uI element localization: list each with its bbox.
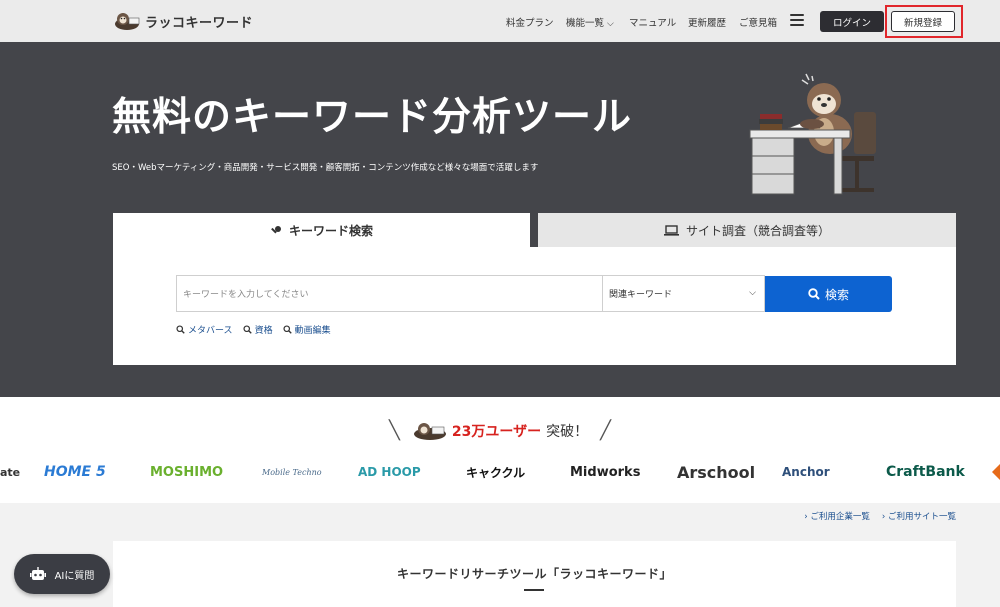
search-type-value: 関連キーワード xyxy=(609,290,673,300)
search-icon xyxy=(176,325,185,334)
site-logo[interactable]: ラッコキーワード xyxy=(112,9,253,33)
logo-text: ラッコキーワード xyxy=(145,15,254,31)
login-button[interactable]: ログイン xyxy=(820,11,884,32)
client-logo: キャククル xyxy=(466,465,526,480)
slash-decoration: ╱ xyxy=(600,420,611,441)
users-suffix: 突破！ xyxy=(546,423,589,440)
client-logo: Mobile Techno xyxy=(262,467,322,477)
suggestion-link[interactable]: 動画編集 xyxy=(283,323,331,336)
tab-keyword-search[interactable]: キーワード検索 xyxy=(113,213,530,248)
ai-question-button[interactable]: AIに質問 xyxy=(14,554,110,594)
usage-links: › ご利用企業一覧 › ご利用サイト一覧 xyxy=(804,510,956,522)
suggested-keywords: メタバース 資格 動画編集 xyxy=(176,323,331,336)
slash-decoration: ╲ xyxy=(389,420,400,441)
nav-pricing[interactable]: 料金プラン xyxy=(506,15,554,29)
client-logo: AD HOOP xyxy=(358,465,421,479)
suggestion-link[interactable]: 資格 xyxy=(243,323,273,336)
client-logo: MOSHIMO xyxy=(150,464,224,480)
search-button[interactable]: 検索 xyxy=(765,276,892,312)
nav-feedback[interactable]: ご意見箱 xyxy=(739,15,777,29)
client-logo: CraftBank xyxy=(886,464,965,480)
suggestion-label: 動画編集 xyxy=(294,326,331,336)
client-logo: ate xyxy=(0,465,21,479)
laptop-icon xyxy=(663,225,679,236)
ai-question-label: AIに質問 xyxy=(54,570,95,582)
title-underline xyxy=(524,589,544,591)
nav-changelog[interactable]: 更新履歴 xyxy=(688,15,726,29)
section-title: キーワードリサーチツール「ラッコキーワード」 xyxy=(396,567,672,581)
key-icon xyxy=(270,225,282,237)
users-count-line: ╲ 23万ユーザー 突破！ ╱ xyxy=(0,420,1000,441)
nav-features-label: 機能一覧 xyxy=(566,18,605,29)
hero-subtitle: SEO・Webマーケティング・商品開発・サービス開発・顧客開拓・コンテンツ作成な… xyxy=(112,163,539,173)
search-icon xyxy=(243,325,252,334)
suggestion-label: 資格 xyxy=(254,326,273,336)
signup-button[interactable]: 新規登録 xyxy=(891,11,955,32)
robot-icon xyxy=(29,567,46,581)
chevron-down-icon: ⌵ xyxy=(607,19,614,29)
otter-logo-icon xyxy=(115,13,140,30)
otter-desk-illustration xyxy=(749,73,876,195)
tab-site-research[interactable]: サイト調査（競合調査等） xyxy=(538,213,956,248)
client-logos: ate HOME 5 MOSHIMO Mobile Techno AD HOOP… xyxy=(0,454,1000,490)
site-header: ラッコキーワード 料金プラン 機能一覧 ⌵ マニュアル 更新履歴 ご意見箱 ログイ… xyxy=(0,0,1000,42)
client-logo-partial xyxy=(990,454,1000,490)
suggestion-link[interactable]: メタバース xyxy=(176,323,233,336)
client-logo: HOME 5 xyxy=(44,464,106,480)
client-logo: Midworks xyxy=(570,464,641,480)
chevron-down-icon: ⌵ xyxy=(749,288,756,298)
nav-features[interactable]: 機能一覧 ⌵ xyxy=(566,15,614,29)
companies-list-label: ご利用企業一覧 xyxy=(810,512,870,522)
client-logo: Anchor xyxy=(782,465,830,479)
client-logo: Arschool xyxy=(677,462,756,482)
companies-list-link[interactable]: › ご利用企業一覧 xyxy=(804,510,870,522)
search-icon xyxy=(283,325,292,334)
search-button-label: 検索 xyxy=(824,287,849,302)
sites-list-label: ご利用サイト一覧 xyxy=(887,512,956,522)
suggestion-label: メタバース xyxy=(188,326,233,336)
search-icon xyxy=(808,288,820,300)
nav-manual[interactable]: マニュアル xyxy=(629,15,676,29)
tab-keyword-search-label: キーワード検索 xyxy=(288,224,373,238)
hamburger-icon[interactable] xyxy=(790,14,804,26)
sites-list-link[interactable]: › ご利用サイト一覧 xyxy=(882,510,956,522)
hero-title: 無料のキーワード分析ツール xyxy=(112,95,633,140)
search-type-select[interactable]: 関連キーワード ⌵ xyxy=(602,275,765,312)
tab-site-research-label: サイト調査（競合調査等） xyxy=(685,224,830,238)
keyword-input[interactable]: キーワードを入力してください xyxy=(176,275,603,312)
otter-icon xyxy=(413,422,446,440)
users-count: 23万ユーザー xyxy=(451,423,542,440)
